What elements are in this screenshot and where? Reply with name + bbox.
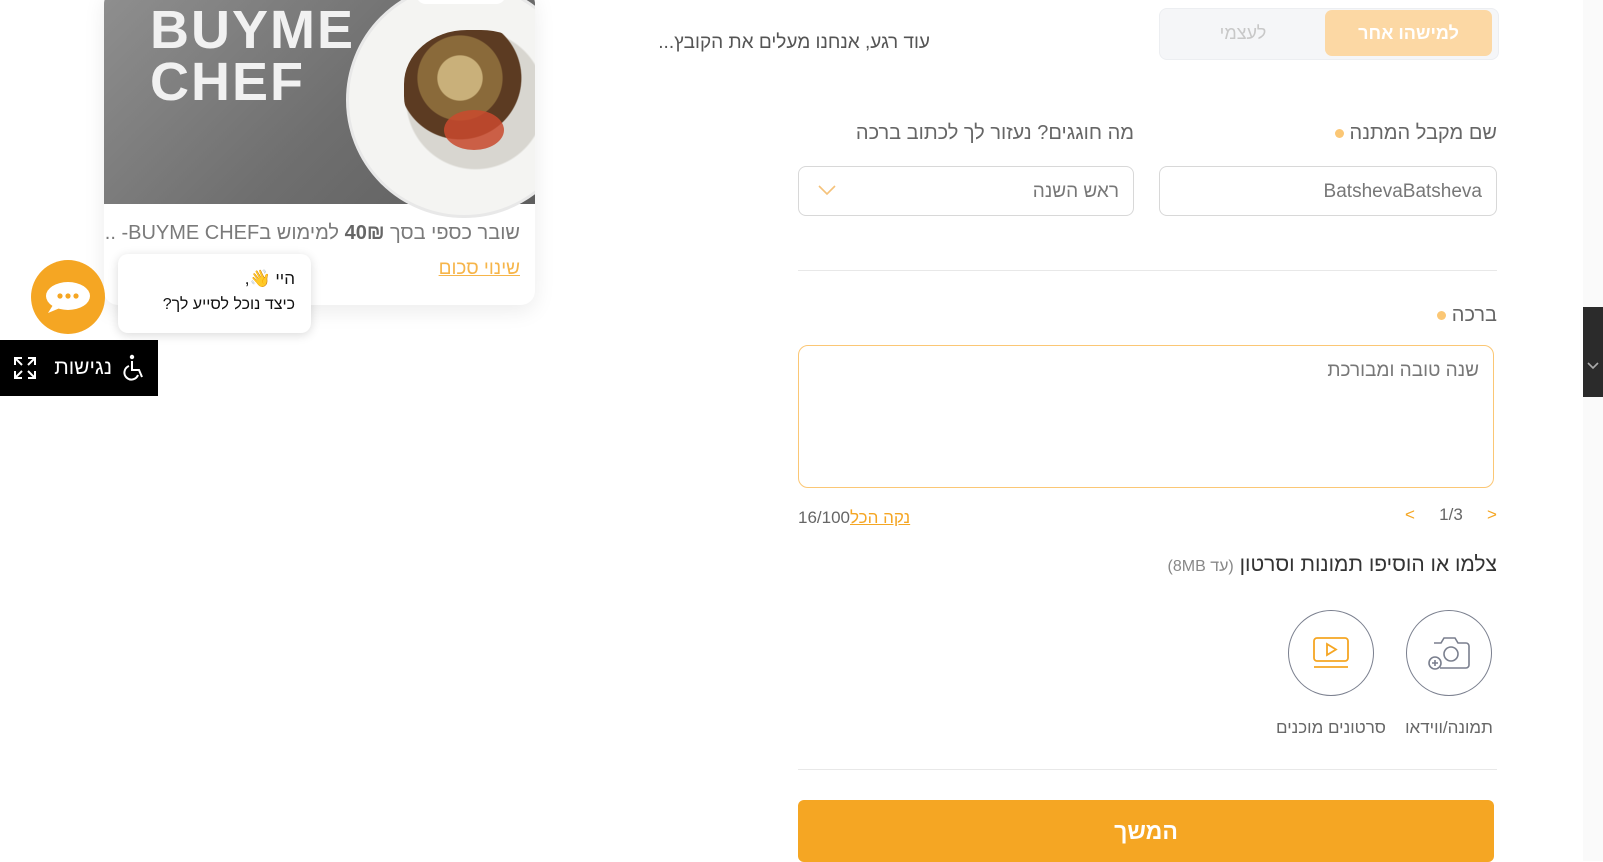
upload-size-hint: (עד 8MB) xyxy=(1167,558,1234,575)
greeting-textarea[interactable]: שנה טובה ומבורכת xyxy=(798,345,1494,488)
card-description-post: למימוש בBUYME CHEF- ... xyxy=(104,222,340,244)
chat-greeting-bubble[interactable]: היי 👋, כיצד נוכל לסייע לך? xyxy=(118,254,311,333)
scrollbar-thumb[interactable] xyxy=(1583,307,1603,397)
divider xyxy=(798,769,1497,770)
pager-prev-button[interactable]: < xyxy=(1405,505,1415,525)
video-play-icon xyxy=(1313,637,1349,668)
char-counter: 16/100 xyxy=(798,508,850,527)
upload-loading-text: עוד רגע, אנחנו מעלים את הקובץ... xyxy=(658,32,930,53)
recipient-name-input[interactable]: BatshevaBatsheva xyxy=(1159,166,1497,216)
toggle-myself[interactable]: לעצמי xyxy=(1163,10,1323,56)
upload-title-text: צלמו או הוסיפו תמונות וסרטון xyxy=(1239,553,1497,576)
brand-line-1: BUYME xyxy=(150,0,356,60)
chat-greeting-line-1: היי 👋, xyxy=(244,269,295,288)
photo-video-label: תמונה/ווידאו xyxy=(1405,718,1493,737)
wheelchair-icon xyxy=(123,354,143,381)
chevron-down-icon xyxy=(818,185,836,196)
chevron-down-icon xyxy=(1587,362,1599,370)
brand-line-2: CHEF xyxy=(150,52,305,112)
camera-plus-icon xyxy=(1428,637,1470,670)
accessibility-label: נגישות xyxy=(54,356,112,379)
occasion-select[interactable]: ראש השנה xyxy=(798,166,1134,216)
card-tag xyxy=(416,0,506,4)
scrollbar-track[interactable] xyxy=(1583,0,1603,861)
recipient-label-row: שם מקבל המתנה xyxy=(1160,122,1497,145)
toggle-someone-else[interactable]: למישהו אחר xyxy=(1325,10,1492,56)
card-amount: 40₪ xyxy=(344,222,385,244)
card-description-pre: שובר כספי בסך xyxy=(384,222,520,244)
pager-current: 1/3 xyxy=(1439,505,1463,524)
continue-button[interactable]: המשך xyxy=(798,800,1494,862)
card-brand-logo: BUYME CHEF xyxy=(150,0,356,112)
recipient-label: שם מקבל המתנה xyxy=(1349,122,1497,144)
add-photo-video-button[interactable] xyxy=(1406,610,1492,696)
change-amount-link[interactable]: שינוי סכום xyxy=(294,258,520,280)
required-dot xyxy=(1436,311,1446,321)
occasion-value: ראש השנה xyxy=(1032,181,1119,202)
required-dot xyxy=(1334,129,1344,139)
greeting-value: שנה טובה ומבורכת xyxy=(1327,360,1479,381)
expand-arrows-icon xyxy=(14,357,36,379)
chat-greeting-line-2: כיצד נוכל לסייע לך? xyxy=(162,296,295,313)
accessibility-button[interactable]: נגישות xyxy=(0,340,158,396)
clear-all-link[interactable]: נקה הכל xyxy=(850,508,910,528)
divider xyxy=(798,270,1497,271)
card-description: שובר כספי בסך 40₪ למימוש בBUYME CHEF- ..… xyxy=(104,222,520,245)
occasion-label: מה חוגגים? נעזור לך לכתוב ברכה xyxy=(855,122,1134,144)
pager-next-button[interactable]: > xyxy=(1487,505,1497,525)
chat-bubble-icon xyxy=(46,282,90,313)
ready-videos-label: סרטונים מוכנים xyxy=(1276,718,1386,737)
food-garnish xyxy=(444,110,504,150)
greeting-label-row: ברכה xyxy=(1200,304,1497,327)
greeting-pager: < 1/3 > xyxy=(1405,505,1497,525)
chat-button[interactable] xyxy=(31,260,105,334)
greeting-label: ברכה xyxy=(1451,304,1497,326)
card-image: BUYME CHEF xyxy=(104,0,535,218)
ready-videos-button[interactable] xyxy=(1288,610,1374,696)
upload-title: צלמו או הוסיפו תמונות וסרטון (עד 8MB) xyxy=(1100,553,1497,577)
recipient-name-value: BatshevaBatsheva xyxy=(1323,181,1482,202)
